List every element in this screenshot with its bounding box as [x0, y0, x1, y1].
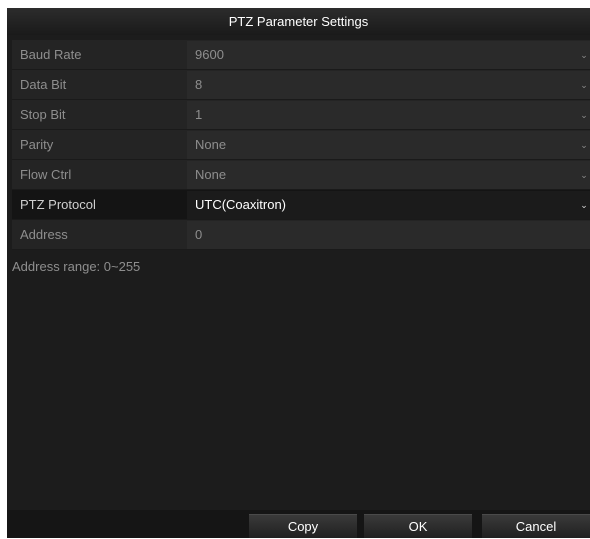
- baud-rate-label: Baud Rate: [20, 47, 82, 62]
- baud-rate-row: Baud Rate 9600 ⌄: [12, 40, 590, 70]
- parity-select[interactable]: None: [187, 131, 590, 159]
- flow-ctrl-label: Flow Ctrl: [20, 167, 72, 182]
- ptz-protocol-row: PTZ Protocol UTC(Coaxitron) ⌄: [12, 190, 590, 220]
- address-row: Address 0: [12, 220, 590, 250]
- address-value: 0: [195, 227, 203, 242]
- copy-button[interactable]: Copy: [249, 514, 357, 538]
- ptz-protocol-label: PTZ Protocol: [20, 197, 96, 212]
- parity-label: Parity: [20, 137, 54, 152]
- ptz-protocol-select[interactable]: UTC(Coaxitron): [187, 191, 590, 219]
- data-bit-value: 8: [195, 77, 203, 92]
- parity-row: Parity None ⌄: [12, 130, 590, 160]
- stop-bit-row: Stop Bit 1 ⌄: [12, 100, 590, 130]
- chevron-down-icon[interactable]: ⌄: [580, 70, 588, 100]
- baud-rate-value: 9600: [195, 47, 224, 62]
- address-label: Address: [20, 227, 68, 242]
- chevron-down-icon[interactable]: ⌄: [580, 190, 588, 220]
- dialog-content: Baud Rate 9600 ⌄ Data Bit 8 ⌄ Stop Bit 1…: [7, 35, 590, 510]
- flow-ctrl-row: Flow Ctrl None ⌄: [12, 160, 590, 190]
- stop-bit-label: Stop Bit: [20, 107, 66, 122]
- address-input[interactable]: 0: [187, 221, 590, 249]
- data-bit-row: Data Bit 8 ⌄: [12, 70, 590, 100]
- dialog-title: PTZ Parameter Settings: [7, 8, 590, 36]
- ptz-protocol-value: UTC(Coaxitron): [195, 197, 287, 212]
- dialog-footer: Copy OK Cancel: [7, 510, 590, 538]
- data-bit-label: Data Bit: [20, 77, 67, 92]
- stop-bit-select[interactable]: 1: [187, 101, 590, 129]
- chevron-down-icon[interactable]: ⌄: [580, 100, 588, 130]
- chevron-down-icon[interactable]: ⌄: [580, 130, 588, 160]
- flow-ctrl-value: None: [195, 167, 227, 182]
- baud-rate-select[interactable]: 9600: [187, 41, 590, 69]
- cancel-button[interactable]: Cancel: [482, 514, 590, 538]
- ptz-settings-dialog: PTZ Parameter Settings Baud Rate 9600 ⌄ …: [7, 8, 590, 538]
- flow-ctrl-select[interactable]: None: [187, 161, 590, 189]
- parity-value: None: [195, 137, 227, 152]
- address-range-hint: Address range: 0~255: [12, 259, 141, 274]
- data-bit-select[interactable]: 8: [187, 71, 590, 99]
- stop-bit-value: 1: [195, 107, 203, 122]
- ok-button[interactable]: OK: [364, 514, 472, 538]
- chevron-down-icon[interactable]: ⌄: [580, 160, 588, 190]
- settings-list: Baud Rate 9600 ⌄ Data Bit 8 ⌄ Stop Bit 1…: [12, 40, 590, 250]
- chevron-down-icon[interactable]: ⌄: [580, 40, 588, 70]
